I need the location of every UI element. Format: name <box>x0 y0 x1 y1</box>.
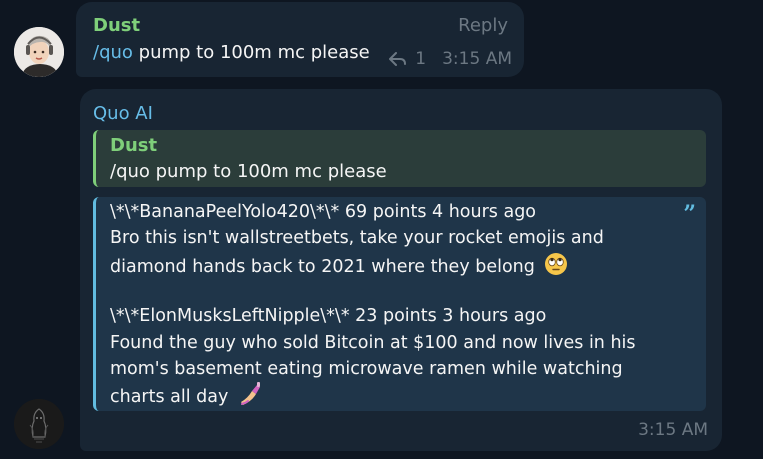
user-avatar-illustration <box>14 27 64 77</box>
quote-mark-icon: ” <box>683 201 696 227</box>
message-text: /quo pump to 100m mc please <box>93 42 370 63</box>
message-meta: 1 3:15 AM <box>389 49 512 69</box>
bot-message-bubble[interactable]: Quo AI Dust /quo pump to 100m mc please … <box>80 89 722 451</box>
reply-count[interactable]: 1 <box>415 49 426 69</box>
comment-line: diamond hands back to 2021 where they be… <box>110 252 568 284</box>
replied-message-preview[interactable]: Dust /quo pump to 100m mc please <box>93 130 706 187</box>
replied-text: /quo pump to 100m mc please <box>110 161 387 182</box>
comment-line: Bro this isn't wallstreetbets, take your… <box>110 228 604 248</box>
replied-sender: Dust <box>110 135 158 156</box>
sender-name[interactable]: Quo AI <box>93 103 153 124</box>
blockquote: ” \*\*BananaPeelYolo420\*\* 69 points 4 … <box>93 197 706 411</box>
user-avatar[interactable] <box>14 27 64 77</box>
bot-avatar[interactable] <box>14 399 64 449</box>
comment-line: charts all day <box>110 382 264 414</box>
message-time: 3:15 AM <box>442 49 512 69</box>
comment-header: \*\*BananaPeelYolo420\*\* 69 points 4 ho… <box>110 202 537 222</box>
comment-line-text: diamond hands back to 2021 where they be… <box>110 257 535 277</box>
reply-arrow-icon[interactable] <box>389 52 407 66</box>
bot-command-link[interactable]: /quo <box>93 42 133 63</box>
comment-line: mom's basement eating microwave ramen wh… <box>110 359 623 379</box>
comment-line: Found the guy who sold Bitcoin at $100 a… <box>110 333 636 353</box>
sender-name[interactable]: Dust <box>93 15 140 36</box>
chat-view: Dust Reply /quo pump to 100m mc please 1… <box>0 0 763 459</box>
message-bubble[interactable]: Dust Reply /quo pump to 100m mc please 1… <box>76 2 524 77</box>
nail-polish-emoji <box>238 382 264 414</box>
comment-header: \*\*ElonMusksLeftNipple\*\* 23 points 3 … <box>110 306 547 326</box>
rolling-eyes-emoji <box>544 252 568 284</box>
message-time: 3:15 AM <box>638 420 708 440</box>
message-body: pump to 100m mc please <box>132 42 370 63</box>
reply-button[interactable]: Reply <box>458 15 508 36</box>
bot-avatar-illustration <box>14 399 64 449</box>
comment-line-text: charts all day <box>110 387 229 407</box>
